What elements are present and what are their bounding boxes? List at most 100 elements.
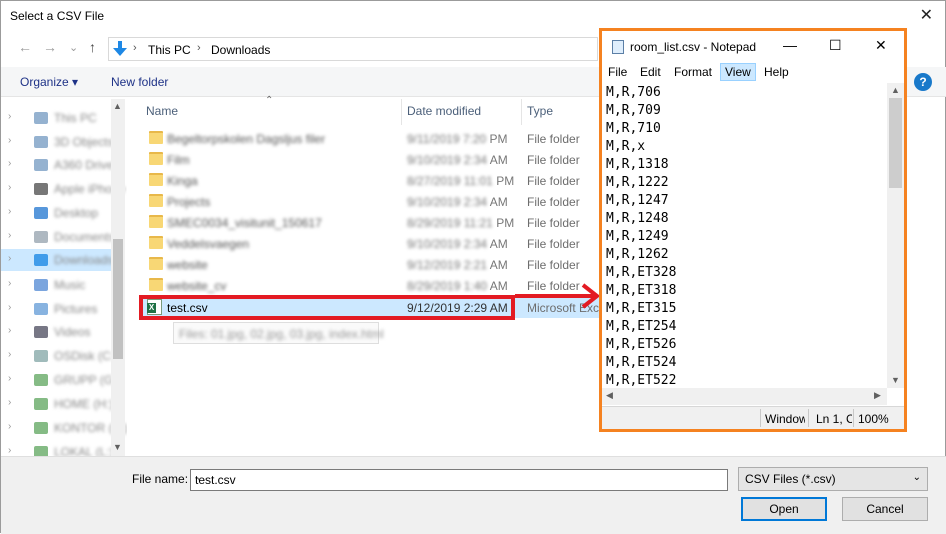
breadcrumb-downloads[interactable]: Downloads [211, 43, 270, 57]
navigation-pane: › This PC › 3D Objects › A360 Drive › Apple … [1, 99, 128, 459]
text-line: M,R,1222 [606, 175, 669, 190]
music-icon [34, 279, 48, 291]
menu-help[interactable]: Help [764, 65, 789, 79]
list-item[interactable]: Veddelsvaegen 9/10/2019 2:34 AM File folde… [139, 233, 601, 254]
menu-edit[interactable]: Edit [640, 65, 661, 79]
folder-icon [149, 278, 163, 291]
notepad-close-button[interactable]: ✕ [875, 37, 887, 54]
notepad-icon [612, 40, 624, 54]
breadcrumb-separator: › [197, 42, 201, 54]
notepad-vertical-scrollbar[interactable]: ▲ ▼ [887, 83, 904, 388]
sidebar-item-videos[interactable]: › Videos [1, 321, 111, 343]
drive-icon [34, 350, 48, 362]
menu-view[interactable]: View [720, 63, 756, 81]
scrollbar-thumb[interactable] [889, 98, 902, 188]
list-item[interactable]: Kinga 8/27/2019 11:01 PM File folder [139, 170, 601, 191]
sidebar-item-pictures[interactable]: › Pictures [1, 298, 111, 320]
chevron-down-icon: ⌄ [912, 472, 921, 483]
minimize-button[interactable]: — [783, 37, 797, 53]
scroll-up-icon[interactable]: ▲ [891, 85, 900, 95]
chevron-down-icon[interactable]: ⌄ [195, 472, 723, 483]
text-line: M,R,1318 [606, 157, 669, 172]
scroll-left-icon[interactable]: ◀ [606, 390, 613, 401]
dialog-title: Select a CSV File [10, 9, 105, 23]
maximize-button[interactable]: ☐ [829, 37, 842, 54]
new-folder-button[interactable]: New folder [111, 75, 168, 89]
file-list: ⌃ Name Date modified Type Begeltorpskole… [127, 95, 606, 456]
network-drive-icon [34, 374, 48, 386]
folder-icon [149, 131, 163, 144]
scroll-down-icon[interactable]: ▼ [891, 375, 900, 385]
network-drive-icon [34, 422, 48, 434]
sidebar-item-downloads[interactable]: › Downloads [1, 249, 113, 271]
sidebar-item-this-pc[interactable]: › This PC [1, 107, 111, 129]
notepad-window: room_list.csv - Notepad — ☐ ✕ File Edit … [599, 28, 907, 432]
scroll-down-icon[interactable]: ▼ [113, 442, 122, 452]
nav-pane-scrollbar[interactable]: ▲ ▼ [111, 99, 125, 456]
sidebar-item-osdisk[interactable]: › OSDisk (C:) [1, 345, 118, 367]
folder-icon [149, 236, 163, 249]
column-divider[interactable] [401, 99, 402, 125]
column-header-type[interactable]: Type [527, 104, 553, 118]
sidebar-item-music[interactable]: › Music [1, 274, 111, 296]
text-line: M,R,x [606, 139, 646, 154]
sidebar-item-home[interactable]: › HOME (H:) [1, 393, 113, 415]
red-arrow-icon [515, 283, 601, 309]
text-line: M,R,ET315 [606, 301, 677, 316]
sort-ascending-icon: ⌃ [265, 95, 274, 106]
forward-button[interactable]: → [43, 39, 57, 55]
scroll-right-icon[interactable]: ▶ [874, 390, 881, 401]
recent-locations-button[interactable]: ⌄ [69, 41, 78, 54]
notepad-editor[interactable]: M,R,706 M,R,709 M,R,710 M,R,x M,R,1318 M,R,12… [602, 83, 888, 399]
list-item[interactable]: Film 9/10/2019 2:34 AM File folder [139, 149, 601, 170]
sidebar-item-a360[interactable]: › A360 Drive [1, 154, 113, 176]
red-highlight-box [139, 295, 515, 320]
documents-icon [34, 231, 48, 243]
help-button[interactable]: ? [914, 73, 932, 91]
dialog-titlebar: Select a CSV File ✕ [1, 1, 946, 31]
cancel-button[interactable]: Cancel [842, 497, 928, 521]
list-item[interactable]: SMEC0034_visitunit_150617 8/29/2019 11:21… [139, 212, 601, 233]
cloud-drive-icon [34, 159, 48, 171]
scroll-up-icon[interactable]: ▲ [113, 101, 122, 111]
status-divider [853, 409, 854, 427]
address-bar[interactable]: › This PC › Downloads [108, 37, 598, 61]
pc-icon [34, 112, 48, 124]
notepad-horizontal-scrollbar[interactable]: ◀ ▶ [602, 388, 887, 405]
list-item[interactable]: Projects 9/10/2019 2:34 AM File folder [139, 191, 601, 212]
open-button[interactable]: Open [741, 497, 827, 521]
column-divider[interactable] [521, 99, 522, 125]
text-line: M,R,706 [606, 85, 661, 100]
column-header-date[interactable]: Date modified [407, 104, 481, 118]
dialog-close-button[interactable]: ✕ [920, 5, 933, 25]
text-line: M,R,ET328 [606, 265, 677, 280]
sidebar-item-iphone[interactable]: › Apple iPhone [1, 178, 125, 200]
sidebar-item-grupp[interactable]: › GRUPP (G:) [1, 369, 120, 391]
file-name-label: File name: [132, 472, 189, 486]
menu-format[interactable]: Format [674, 65, 712, 79]
file-type-filter[interactable]: CSV Files (*.csv) ⌄ [738, 467, 928, 491]
text-line: M,R,1247 [606, 193, 669, 208]
notepad-title: room_list.csv - Notepad [630, 40, 757, 54]
breadcrumb-this-pc[interactable]: This PC [148, 43, 191, 57]
text-line: M,R,ET318 [606, 283, 677, 298]
organize-button[interactable]: Organize ▾ [20, 75, 78, 89]
status-zoom: 100% [858, 412, 889, 426]
text-line: M,R,ET254 [606, 319, 677, 334]
sidebar-item-desktop[interactable]: › Desktop [1, 202, 111, 224]
back-button[interactable]: ← [18, 39, 32, 55]
file-name-input[interactable]: test.csv ⌄ [190, 469, 728, 491]
menu-file[interactable]: File [608, 65, 627, 79]
column-header-name[interactable]: Name [146, 104, 178, 118]
list-item[interactable]: website 9/12/2019 2:21 AM File folder [139, 254, 601, 275]
sidebar-item-kontor[interactable]: › KONTOR (K:) [1, 417, 128, 439]
sidebar-item-3d-objects[interactable]: › 3D Objects [1, 131, 113, 153]
list-item[interactable]: Begeltorpskolen Dagsljus filer 9/11/2019 … [139, 128, 601, 149]
notepad-titlebar: room_list.csv - Notepad — ☐ ✕ [602, 31, 904, 61]
up-button[interactable]: ↑ [89, 39, 96, 55]
desktop-icon [34, 207, 48, 219]
text-line: M,R,1249 [606, 229, 669, 244]
sidebar-item-documents[interactable]: › Documents [1, 226, 115, 248]
breadcrumb-separator: › [133, 42, 137, 54]
scrollbar-thumb[interactable] [113, 239, 123, 359]
